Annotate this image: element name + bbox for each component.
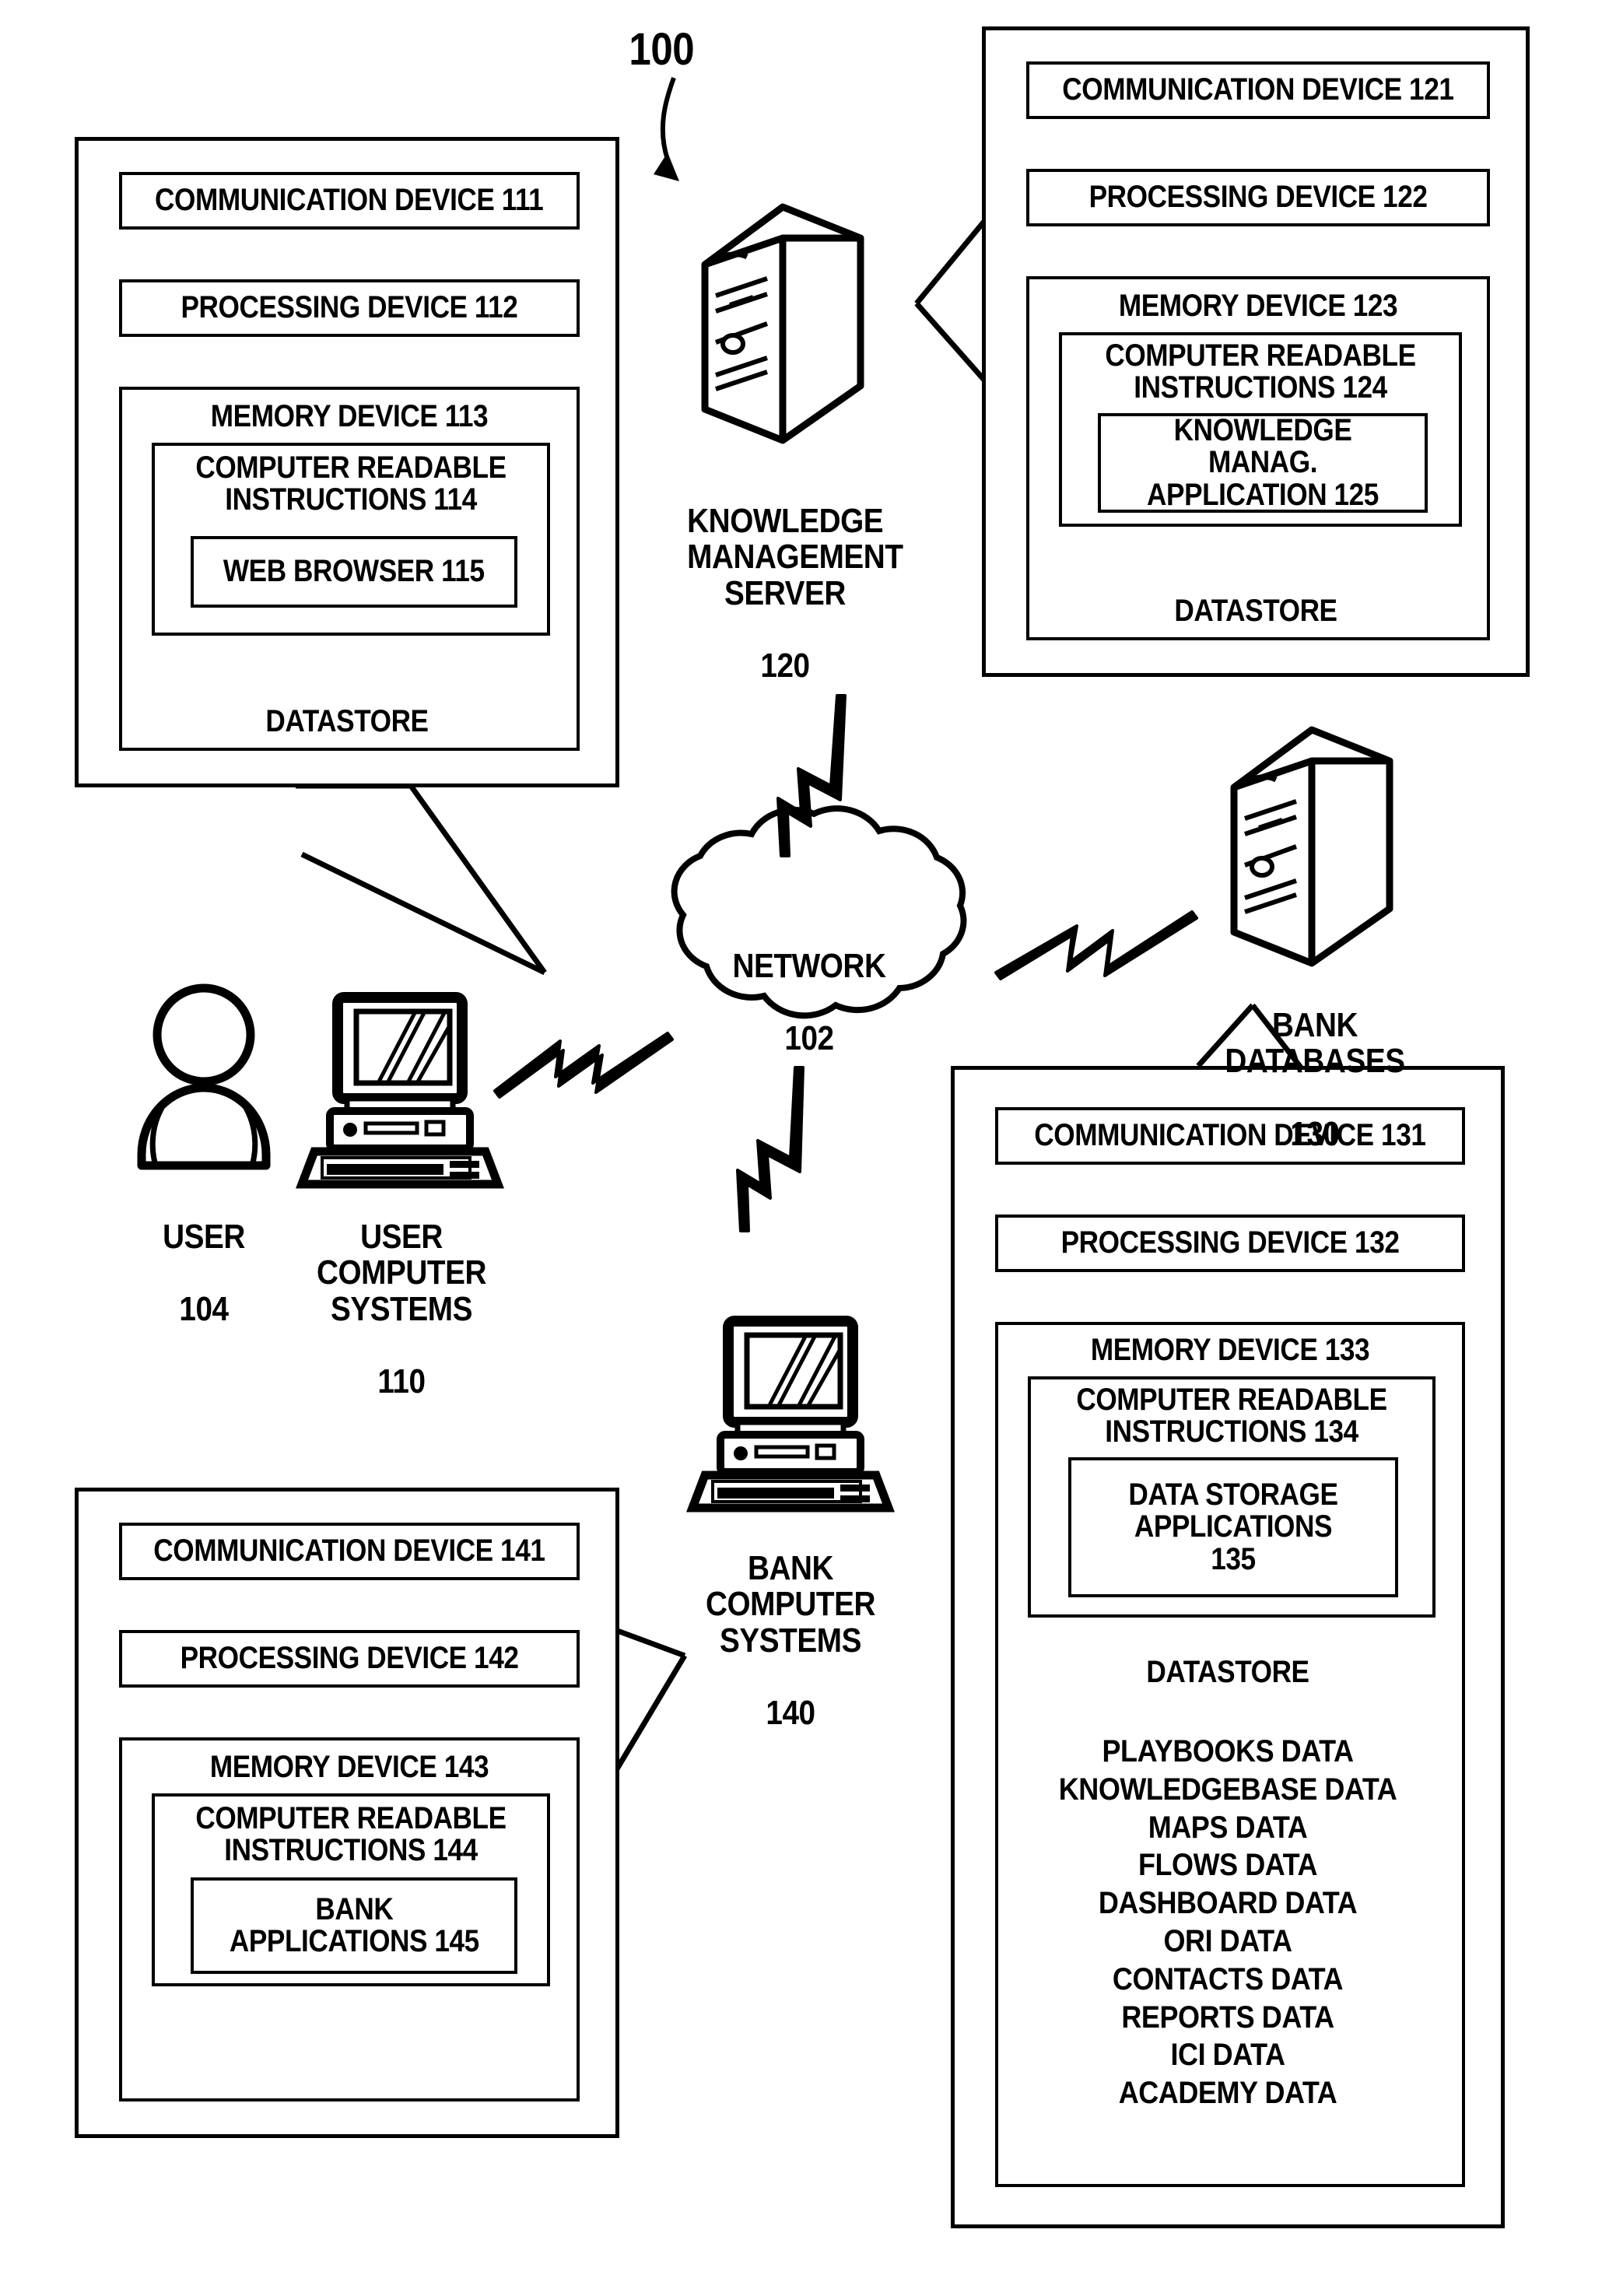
computer-readable-instructions-114-box: COMPUTER READABLE INSTRUCTIONS 114 WEB B… — [152, 443, 550, 636]
communication-device-121-box: COMMUNICATION DEVICE 121 — [1026, 61, 1490, 119]
computer-readable-instructions-144-label: COMPUTER READABLE INSTRUCTIONS 144 — [195, 1801, 507, 1868]
processing-device-122-box: PROCESSING DEVICE 122 — [1026, 169, 1490, 226]
bank-computer-systems-label: BANK COMPUTER SYSTEMS 140 — [675, 1514, 906, 1732]
processing-device-142-box: PROCESSING DEVICE 142 — [119, 1630, 580, 1688]
memory-device-123-box: MEMORY DEVICE 123 COMPUTER READABLE INST… — [1026, 276, 1490, 640]
memory-device-123-label: MEMORY DEVICE 123 — [1118, 289, 1398, 323]
bank-databases-ref-text: 130 — [1290, 1114, 1340, 1153]
processing-device-122-label: PROCESSING DEVICE 122 — [1088, 180, 1428, 215]
user-label-text: USER — [163, 1217, 245, 1256]
datastore-120-label: DATASTORE — [1174, 594, 1337, 628]
bank-databases-block: COMMUNICATION DEVICE 131 PROCESSING DEVI… — [951, 1066, 1505, 2228]
bank-databases-label: BANK DATABASES 130 — [1189, 971, 1441, 1152]
memory-device-113-box: MEMORY DEVICE 113 COMPUTER READABLE INST… — [119, 387, 580, 751]
computer-readable-instructions-144-box: COMPUTER READABLE INSTRUCTIONS 144 BANK … — [152, 1793, 550, 1986]
processing-device-132-box: PROCESSING DEVICE 132 — [995, 1215, 1465, 1272]
knowledge-management-server-block: COMMUNICATION DEVICE 121 PROCESSING DEVI… — [982, 26, 1530, 677]
memory-device-143-box: MEMORY DEVICE 143 COMPUTER READABLE INST… — [119, 1737, 580, 2101]
lightning-cloud-to-user-computer — [493, 1032, 674, 1099]
network-ref-text: 102 — [784, 1018, 834, 1057]
memory-device-133-label: MEMORY DEVICE 133 — [1090, 1333, 1370, 1367]
processing-device-112-box: PROCESSING DEVICE 112 — [119, 279, 580, 337]
data-storage-applications-135-label: DATA STORAGE APPLICATIONS 135 — [1128, 1478, 1338, 1576]
user-computer-systems-label: USER COMPUTER SYSTEMS 110 — [317, 1183, 486, 1400]
communication-device-111-label: COMMUNICATION DEVICE 111 — [155, 183, 544, 218]
bank-computer-systems-block: COMMUNICATION DEVICE 141 PROCESSING DEVI… — [75, 1488, 619, 2138]
communication-device-141-box: COMMUNICATION DEVICE 141 — [119, 1523, 580, 1580]
user-label: USER 104 — [134, 1183, 274, 1328]
computer-readable-instructions-134-label: COMPUTER READABLE INSTRUCTIONS 134 — [1076, 1383, 1387, 1449]
data-storage-applications-135-box: DATA STORAGE APPLICATIONS 135 — [1068, 1457, 1398, 1597]
network-label-text: NETWORK — [732, 946, 886, 985]
web-browser-115-box: WEB BROWSER 115 — [191, 536, 517, 608]
processing-device-142-label: PROCESSING DEVICE 142 — [180, 1641, 519, 1676]
datastore-110-label: DATASTORE — [265, 704, 429, 738]
knowledge-management-application-125-box: KNOWLEDGE MANAG. APPLICATION 125 — [1098, 413, 1428, 513]
memory-device-143-label: MEMORY DEVICE 143 — [209, 1750, 489, 1784]
knowledge-management-server-label-text: KNOWLEDGE MANAGEMENT SERVER — [687, 501, 903, 612]
knowledge-management-server-ref-text: 120 — [760, 647, 810, 685]
patent-figure-page: 100 COMMUNICATION DEVICE 111 PROCESSING … — [0, 0, 1609, 2296]
user-computer-systems-ref-text: 110 — [377, 1362, 426, 1401]
bank-computer-systems-ref-text: 140 — [766, 1694, 815, 1733]
computer-readable-instructions-124-box: COMPUTER READABLE INSTRUCTIONS 124 KNOWL… — [1059, 332, 1462, 527]
computer-readable-instructions-114-label: COMPUTER READABLE INSTRUCTIONS 114 — [195, 450, 507, 517]
datastore-130-items: PLAYBOOKS DATA KNOWLEDGEBASE DATA MAPS D… — [1058, 1734, 1397, 2111]
lightning-cloud-to-bank-computer — [736, 1066, 804, 1232]
processing-device-132-label: PROCESSING DEVICE 132 — [1060, 1225, 1400, 1260]
user-computer-icon — [296, 992, 504, 1189]
user-person-icon — [137, 983, 271, 1170]
bank-applications-145-label: BANK APPLICATIONS 145 — [229, 1891, 479, 1958]
user-computer-systems-label-text: USER COMPUTER SYSTEMS — [316, 1217, 487, 1328]
user-computer-systems-block: COMMUNICATION DEVICE 111 PROCESSING DEVI… — [75, 137, 619, 787]
network-label: NETWORK 102 — [713, 912, 905, 1057]
knowledge-management-server-label: KNOWLEDGE MANAGEMENT SERVER 120 — [687, 467, 903, 685]
knowledge-management-application-125-label: KNOWLEDGE MANAG. APPLICATION 125 — [1147, 413, 1379, 512]
bank-computer-icon — [686, 1316, 895, 1513]
bank-computer-systems-label-text: BANK COMPUTER SYSTEMS — [705, 1548, 876, 1660]
bank-databases-label-text: BANK DATABASES — [1225, 1005, 1405, 1081]
web-browser-115-label: WEB BROWSER 115 — [223, 554, 485, 589]
memory-device-113-label: MEMORY DEVICE 113 — [210, 399, 489, 433]
communication-device-121-label: COMMUNICATION DEVICE 121 — [1062, 72, 1454, 107]
computer-readable-instructions-134-box: COMPUTER READABLE INSTRUCTIONS 134 DATA … — [1028, 1376, 1435, 1618]
figure-ref-arrow — [654, 76, 679, 181]
knowledge-management-server-icon — [701, 203, 864, 444]
bank-databases-server-icon — [1230, 726, 1393, 967]
lightning-cloud-to-bank-databases — [994, 910, 1198, 980]
computer-readable-instructions-124-label: COMPUTER READABLE INSTRUCTIONS 124 — [1105, 338, 1416, 405]
datastore-130-label: DATASTORE — [1146, 1655, 1309, 1689]
callout-tail-110 — [296, 783, 547, 976]
processing-device-112-label: PROCESSING DEVICE 112 — [181, 290, 518, 325]
communication-device-141-label: COMMUNICATION DEVICE 141 — [153, 1534, 545, 1569]
figure-ref-number: 100 — [629, 24, 695, 75]
user-ref-text: 104 — [179, 1289, 229, 1328]
bank-applications-145-box: BANK APPLICATIONS 145 — [191, 1877, 517, 1974]
communication-device-111-box: COMMUNICATION DEVICE 111 — [119, 172, 580, 230]
